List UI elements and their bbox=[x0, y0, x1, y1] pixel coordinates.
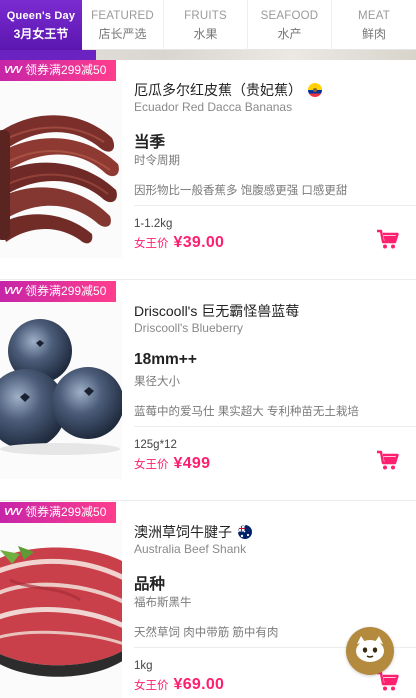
australia-flag-icon bbox=[238, 525, 252, 539]
tab-cn-label: 水产 bbox=[277, 26, 302, 41]
tab-en-label: Queen's Day bbox=[6, 9, 76, 22]
tab-en-label: MEAT bbox=[358, 9, 390, 22]
price-row: 女王价 ¥499 bbox=[134, 455, 210, 473]
price-label: 女王价 bbox=[134, 238, 169, 250]
red-bananas-photo[interactable] bbox=[0, 78, 122, 258]
product-title[interactable]: Driscooll's 巨无霸怪兽蓝莓 bbox=[134, 301, 299, 321]
feature-headline: 当季 bbox=[134, 134, 166, 151]
chat-mascot-button[interactable] bbox=[346, 627, 394, 675]
tab-fruits[interactable]: FRUITS 水果 bbox=[164, 0, 248, 50]
tab-meat[interactable]: MEAT 鲜肉 bbox=[332, 0, 416, 50]
price-value: ¥39.00 bbox=[173, 234, 225, 251]
coupon-text: 领券满299减50 bbox=[25, 505, 107, 519]
divider bbox=[134, 205, 416, 206]
price-row: 女王价 ¥69.00 bbox=[134, 676, 224, 694]
card-separator bbox=[0, 279, 416, 280]
tab-cn-label: 店长严选 bbox=[98, 26, 147, 41]
product-name-en: Ecuador Red Dacca Bananas bbox=[134, 100, 293, 114]
price-value: ¥69.00 bbox=[173, 676, 225, 693]
feature-headline: 品种 bbox=[134, 576, 166, 593]
divider bbox=[134, 426, 416, 427]
feature-headline: 18mm++ bbox=[134, 351, 197, 368]
tab-cn-label: 3月女王节 bbox=[13, 26, 69, 41]
product-name-cn[interactable]: 厄瓜多尔红皮蕉（贵妃蕉） bbox=[134, 80, 322, 100]
product-description: 因形物比一般香蕉多 饱腹感更强 口感更甜 bbox=[134, 185, 348, 197]
ecuador-flag-icon bbox=[308, 83, 322, 97]
price-value: ¥499 bbox=[173, 455, 211, 472]
product-card[interactable]: VVV 领券满299减50 厄瓜多尔红皮蕉（贵妃蕉） Ecuador Red D… bbox=[0, 60, 416, 280]
coupon-badge[interactable]: VVV 领券满299减50 bbox=[0, 60, 117, 81]
product-title[interactable]: 厄瓜多尔红皮蕉（贵妃蕉） bbox=[134, 80, 302, 100]
product-name-cn[interactable]: 澳洲草饲牛腱子 bbox=[134, 522, 252, 542]
product-name-en: Driscooll's Blueberry bbox=[134, 321, 243, 335]
coupon-badge[interactable]: VVV 领券满299减50 bbox=[0, 281, 117, 302]
crown-mark-icon: VVV bbox=[4, 286, 22, 297]
feature-caption: 果径大小 bbox=[134, 376, 180, 388]
tab-seafood[interactable]: SEAFOOD 水产 bbox=[248, 0, 332, 50]
product-card[interactable]: VVV 领券满299减50 Driscooll's 巨无霸怪兽蓝莓 Drisco… bbox=[0, 281, 416, 501]
add-to-cart-icon[interactable] bbox=[376, 670, 400, 692]
price-label: 女王价 bbox=[134, 680, 169, 692]
product-name-cn[interactable]: Driscooll's 巨无霸怪兽蓝莓 bbox=[134, 301, 299, 321]
add-to-cart-icon[interactable] bbox=[376, 449, 400, 471]
product-title[interactable]: 澳洲草饲牛腱子 bbox=[134, 522, 232, 542]
crown-mark-icon: VVV bbox=[4, 507, 22, 518]
feature-caption: 福布斯黑牛 bbox=[134, 597, 192, 609]
add-to-cart-icon[interactable] bbox=[376, 228, 400, 250]
product-weight: 125g*12 bbox=[134, 439, 177, 451]
tab-en-label: SEAFOOD bbox=[260, 9, 319, 22]
product-name-en: Australia Beef Shank bbox=[134, 542, 247, 556]
product-weight: 1kg bbox=[134, 660, 153, 672]
card-separator bbox=[0, 500, 416, 501]
product-weight: 1-1.2kg bbox=[134, 218, 173, 230]
price-row: 女王价 ¥39.00 bbox=[134, 234, 224, 252]
coupon-text: 领券满299减50 bbox=[25, 63, 107, 77]
chat-mascot-icon bbox=[353, 634, 387, 669]
crown-mark-icon: VVV bbox=[4, 65, 22, 76]
feature-caption: 时令周期 bbox=[134, 155, 180, 167]
beef-shank-photo[interactable] bbox=[0, 520, 122, 698]
price-label: 女王价 bbox=[134, 459, 169, 471]
tab-en-label: FRUITS bbox=[184, 9, 227, 22]
tab-cn-label: 水果 bbox=[193, 26, 218, 41]
category-tabs: Queen's Day 3月女王节 FEATURED 店长严选 FRUITS 水… bbox=[0, 0, 416, 50]
product-description: 天然草饲 肉中带筋 筋中有肉 bbox=[134, 627, 279, 639]
tab-cn-label: 鲜肉 bbox=[361, 26, 386, 41]
coupon-badge[interactable]: VVV 领券满299减50 bbox=[0, 502, 117, 523]
product-description: 蓝莓中的爱马仕 果实超大 专利种苗无土栽培 bbox=[134, 406, 359, 418]
blueberries-photo[interactable] bbox=[0, 299, 122, 479]
tab-en-label: FEATURED bbox=[91, 9, 154, 22]
banner-strip bbox=[0, 50, 416, 60]
coupon-text: 领券满299减50 bbox=[25, 284, 107, 298]
tab-queens-day[interactable]: Queen's Day 3月女王节 bbox=[0, 0, 82, 50]
tab-featured[interactable]: FEATURED 店长严选 bbox=[82, 0, 164, 50]
